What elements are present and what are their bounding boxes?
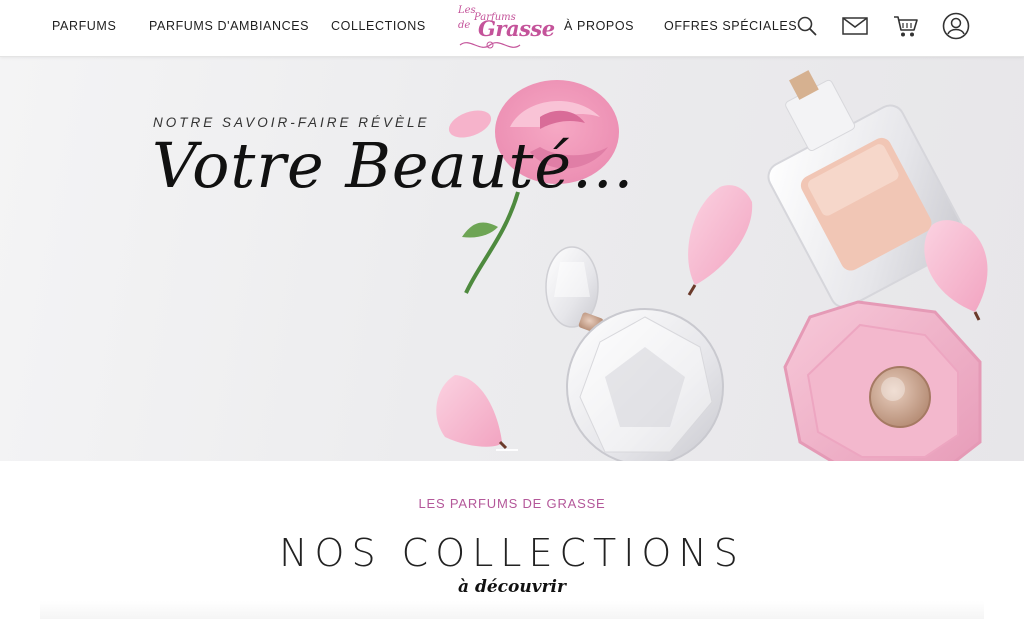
- logo-flourish-icon: [459, 41, 521, 49]
- nav-collections[interactable]: COLLECTIONS: [331, 19, 426, 33]
- collections-section: LES PARFUMS DE GRASSE NOS COLLECTIONS à …: [0, 461, 1024, 619]
- search-icon[interactable]: [797, 16, 817, 41]
- site-header: PARFUMS PARFUMS D'AMBIANCES COLLECTIONS …: [0, 0, 1024, 57]
- hero-kicker: NOTRE SAVOIR-FAIRE RÉVÈLE: [153, 115, 430, 130]
- section-title: NOS COLLECTIONS: [279, 531, 745, 575]
- section-divider: [40, 601, 984, 619]
- hero-banner: NOTRE SAVOIR-FAIRE RÉVÈLE Votre Beauté..…: [0, 57, 1024, 461]
- nav-parfums-ambiances[interactable]: PARFUMS D'AMBIANCES: [149, 19, 309, 33]
- cart-icon[interactable]: [893, 14, 919, 43]
- section-kicker: LES PARFUMS DE GRASSE: [418, 496, 606, 511]
- mail-icon[interactable]: [842, 16, 868, 41]
- brand-logo[interactable]: Les Parfums de Grasse: [448, 3, 555, 55]
- hero-title: Votre Beauté...: [152, 129, 635, 202]
- nav-offres-speciales[interactable]: OFFRES SPÉCIALES: [664, 19, 797, 33]
- user-icon[interactable]: [942, 12, 970, 45]
- section-subtitle: à découvrir: [458, 577, 566, 597]
- nav-parfums[interactable]: PARFUMS: [52, 19, 116, 33]
- carousel-dot[interactable]: [496, 449, 518, 451]
- carousel-indicator[interactable]: [496, 438, 522, 456]
- logo-text-de: de: [458, 20, 471, 31]
- nav-a-propos[interactable]: À PROPOS: [564, 19, 634, 33]
